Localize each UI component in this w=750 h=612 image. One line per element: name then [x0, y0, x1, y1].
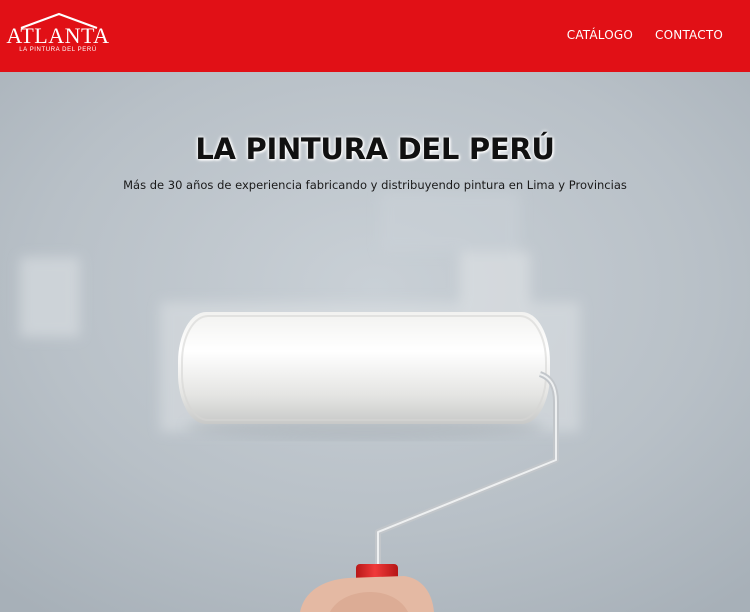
hero-subtitle: Más de 30 años de experiencia fabricando…	[123, 178, 627, 192]
hero-banner: LA PINTURA DEL PERÚ Más de 30 años de ex…	[0, 72, 750, 612]
logo-wordmark: ATLANTA	[6, 23, 110, 48]
main-nav: CATÁLOGO CONTACTO	[567, 28, 723, 42]
navbar: ATLANTA LA PINTURA DEL PERÚ CATÁLOGO CON…	[0, 0, 750, 72]
hero-title: LA PINTURA DEL PERÚ	[195, 132, 555, 166]
atlanta-logo[interactable]: ATLANTA LA PINTURA DEL PERÚ	[5, 12, 111, 56]
nav-link-contacto[interactable]: CONTACTO	[655, 28, 723, 42]
nav-link-catalogo[interactable]: CATÁLOGO	[567, 28, 633, 42]
logo-tagline: LA PINTURA DEL PERÚ	[19, 47, 97, 53]
page: ATLANTA LA PINTURA DEL PERÚ CATÁLOGO CON…	[0, 0, 750, 612]
